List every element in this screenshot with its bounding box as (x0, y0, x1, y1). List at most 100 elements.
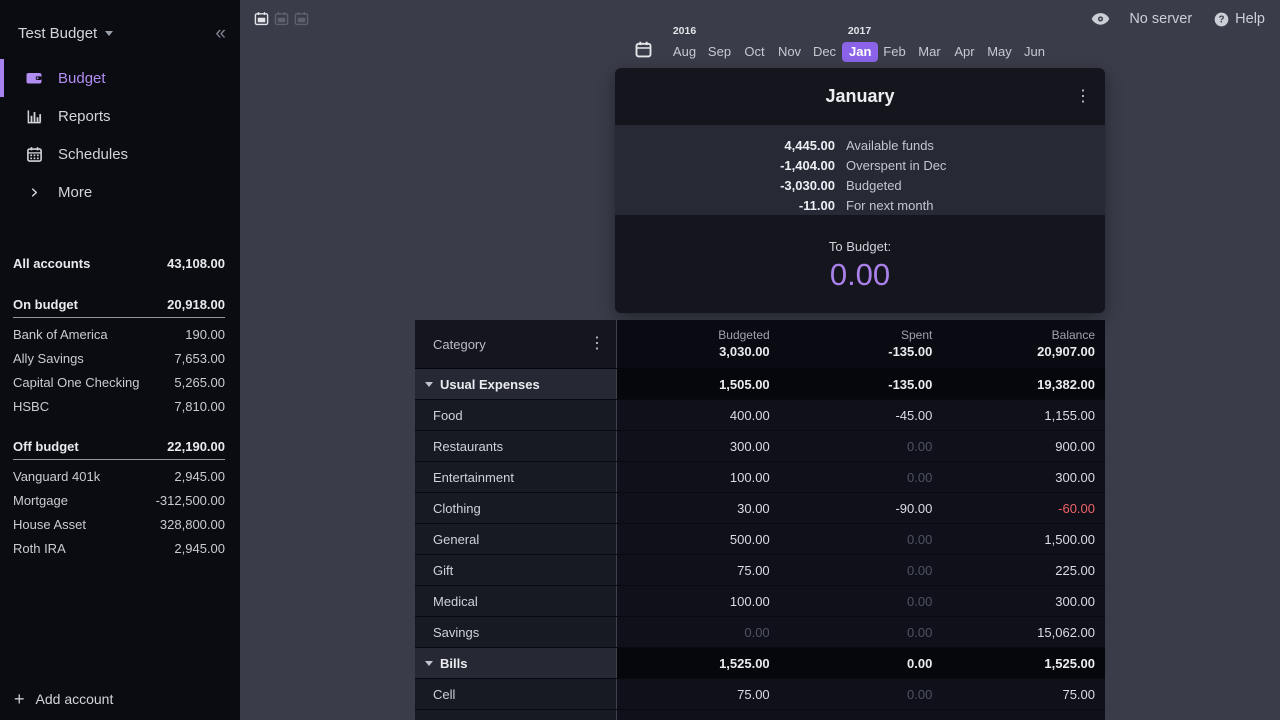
budgeted-cell[interactable]: 30.00 (617, 493, 780, 523)
all-accounts-row[interactable]: All accounts 43,108.00 (13, 251, 225, 275)
month-apr[interactable]: Apr (947, 42, 982, 62)
account-row[interactable]: House Asset328,800.00 (13, 512, 225, 536)
collapse-sidebar-icon[interactable]: « (215, 24, 226, 43)
spent-cell[interactable]: -90.00 (780, 493, 943, 523)
spent-cell[interactable]: 0.00 (780, 679, 943, 709)
row-values: 500.000.001,500.00 (617, 524, 1105, 554)
budgeted-cell[interactable]: 400.00 (617, 400, 780, 430)
sidebar-item-reports[interactable]: Reports (0, 97, 240, 135)
sidebar-item-schedules[interactable]: Schedules (0, 135, 240, 173)
three-month-view-icon[interactable] (294, 11, 309, 26)
spent-cell[interactable]: 0.00 (780, 431, 943, 461)
spent-cell[interactable]: 0.00 (780, 617, 943, 647)
budgeted-cell[interactable]: 1,505.00 (617, 369, 780, 399)
budget-category-row: Food400.00-45.001,155.00 (415, 400, 1105, 431)
account-balance: -312,500.00 (156, 493, 225, 508)
column-total: 20,907.00 (1037, 343, 1095, 360)
to-budget-value[interactable]: 0.00 (830, 257, 890, 293)
account-row[interactable]: Mortgage-312,500.00 (13, 488, 225, 512)
column-label: Spent (901, 328, 932, 343)
to-budget-section: To Budget: 0.00 (615, 215, 1105, 313)
month-oct[interactable]: Oct (737, 42, 772, 62)
budgeted-cell[interactable]: 300.00 (617, 431, 780, 461)
budgeted-cell[interactable]: 500.00 (617, 524, 780, 554)
spent-cell[interactable]: 0.00 (780, 648, 943, 678)
month-jan[interactable]: Jan (842, 42, 877, 62)
balance-cell[interactable]: 1,155.00 (942, 400, 1105, 430)
balance-cell[interactable]: 19,382.00 (942, 369, 1105, 399)
account-name: HSBC (13, 399, 49, 414)
budget-group-row: Bills1,525.000.001,525.00 (415, 648, 1105, 679)
category-name-cell[interactable]: General (415, 524, 617, 554)
account-row[interactable]: HSBC7,810.00 (13, 394, 225, 418)
balance-cell[interactable]: 15,062.00 (942, 617, 1105, 647)
collapse-group-icon[interactable] (425, 382, 433, 387)
month-menu-kebab-icon[interactable]: ⋮ (1075, 89, 1091, 105)
account-row[interactable]: Vanguard 401k2,945.00 (13, 464, 225, 488)
budget-file-name[interactable]: Test Budget (18, 25, 97, 42)
account-row[interactable]: Ally Savings7,653.00 (13, 346, 225, 370)
balance-cell[interactable]: 1,525.00 (942, 648, 1105, 678)
month-picker-calendar-icon[interactable] (635, 41, 652, 58)
balance-cell[interactable]: 900.00 (942, 431, 1105, 461)
spent-cell[interactable]: -135.00 (780, 369, 943, 399)
category-name-cell[interactable]: Cell (415, 679, 617, 709)
month-label: Apr (954, 42, 974, 62)
month-label: Mar (918, 42, 940, 62)
spent-cell[interactable]: 0.00 (780, 586, 943, 616)
sidebar-item-budget[interactable]: Budget (0, 59, 240, 97)
category-name-cell[interactable]: Restaurants (415, 431, 617, 461)
privacy-eye-icon[interactable] (1091, 12, 1110, 26)
funds-amount: -1,404.00 (615, 158, 835, 173)
account-row[interactable]: Capital One Checking5,265.00 (13, 370, 225, 394)
budget-rows: Usual Expenses1,505.00-135.0019,382.00Fo… (415, 369, 1105, 720)
month-aug[interactable]: Aug (667, 42, 702, 62)
month-may[interactable]: May (982, 42, 1017, 62)
two-month-view-icon[interactable] (274, 11, 289, 26)
balance-cell[interactable]: 1,500.00 (942, 524, 1105, 554)
collapse-group-icon[interactable] (425, 661, 433, 666)
help-label: Help (1235, 11, 1265, 27)
month-feb[interactable]: Feb (877, 42, 912, 62)
balance-cell[interactable]: 225.00 (942, 555, 1105, 585)
month-jun[interactable]: Jun (1017, 42, 1052, 62)
spent-cell[interactable]: -45.00 (780, 400, 943, 430)
help-button[interactable]: ? Help (1214, 11, 1265, 27)
balance-cell[interactable]: 300.00 (942, 462, 1105, 492)
account-row[interactable]: Bank of America190.00 (13, 322, 225, 346)
category-name-cell[interactable]: Usual Expenses (415, 369, 617, 399)
budgeted-cell[interactable]: 75.00 (617, 679, 780, 709)
spent-cell[interactable]: 0.00 (780, 462, 943, 492)
budgeted-cell[interactable]: 75.00 (617, 555, 780, 585)
server-status-button[interactable]: No server (1129, 11, 1192, 27)
category-name-cell[interactable]: Food (415, 400, 617, 430)
funds-amount: 4,445.00 (615, 138, 835, 153)
category-name-cell[interactable]: Bills (415, 648, 617, 678)
month-sep[interactable]: Sep (702, 42, 737, 62)
month-nov[interactable]: Nov (772, 42, 807, 62)
budgeted-cell[interactable]: 0.00 (617, 617, 780, 647)
spent-cell[interactable]: 0.00 (780, 555, 943, 585)
spent-cell[interactable]: 0.00 (780, 524, 943, 554)
row-values: 0.000.0015,062.00 (617, 617, 1105, 647)
balance-cell[interactable]: 300.00 (942, 586, 1105, 616)
one-month-view-icon[interactable] (254, 11, 269, 26)
sidebar-item-more[interactable]: More (0, 173, 240, 211)
row-values: 300.000.00900.00 (617, 431, 1105, 461)
account-row[interactable]: Roth IRA2,945.00 (13, 536, 225, 560)
budgeted-cell[interactable]: 1,525.00 (617, 648, 780, 678)
month-mar[interactable]: Mar (912, 42, 947, 62)
category-name-cell[interactable]: Savings (415, 617, 617, 647)
category-name-cell[interactable]: Clothing (415, 493, 617, 523)
category-menu-kebab-icon[interactable]: ⋮ (589, 336, 605, 352)
column-headers: Budgeted3,030.00Spent-135.00Balance20,90… (617, 320, 1105, 368)
budgeted-cell[interactable]: 100.00 (617, 586, 780, 616)
category-name-cell[interactable]: Medical (415, 586, 617, 616)
month-dec[interactable]: Dec (807, 42, 842, 62)
add-account-button[interactable]: + Add account (0, 676, 240, 720)
balance-cell[interactable]: 75.00 (942, 679, 1105, 709)
budgeted-cell[interactable]: 100.00 (617, 462, 780, 492)
balance-cell[interactable]: -60.00 (942, 493, 1105, 523)
category-name-cell[interactable]: Entertainment (415, 462, 617, 492)
category-name-cell[interactable]: Gift (415, 555, 617, 585)
